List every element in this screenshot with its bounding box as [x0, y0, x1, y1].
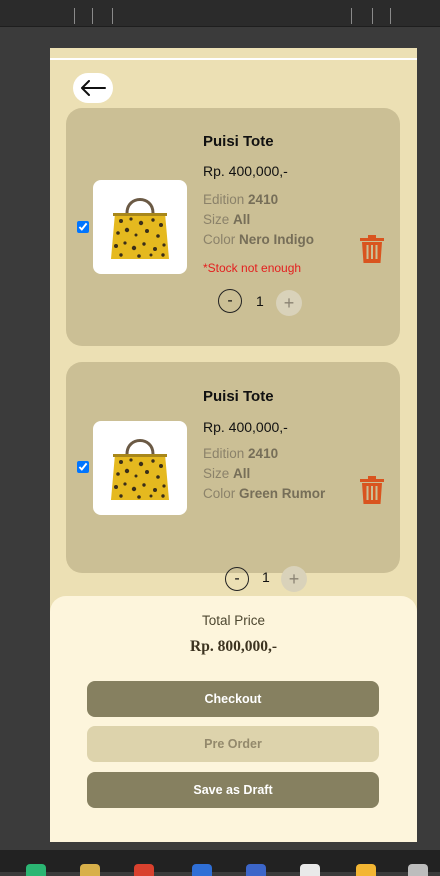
product-image — [93, 180, 187, 274]
edition-row: Edition 2410 — [203, 190, 314, 210]
color-value: Green Rumor — [239, 486, 326, 501]
product-meta: Edition 2410 Size All Color Nero Indigo — [203, 190, 314, 250]
toolbar-divider — [74, 8, 75, 24]
notepad-icon[interactable] — [300, 864, 320, 876]
product-price: Rp. 400,000,- — [203, 163, 288, 179]
browser-icon[interactable] — [134, 864, 154, 876]
toolbar-divider — [92, 8, 93, 24]
increase-quantity-button[interactable]: + — [281, 566, 307, 592]
toolbar-divider — [372, 8, 373, 24]
size-value: All — [233, 466, 251, 481]
color-row: Color Nero Indigo — [203, 230, 314, 250]
edition-value: 2410 — [248, 446, 279, 461]
quantity-value: 1 — [256, 293, 264, 309]
cart-item: Puisi Tote Rp. 400,000,- Edition 2410 Si… — [66, 362, 400, 592]
notes-app-icon[interactable] — [80, 864, 100, 876]
color-label: Color — [203, 486, 236, 501]
pre-order-button[interactable]: Pre Order — [87, 726, 379, 762]
total-price-label: Total Price — [201, 613, 266, 628]
color-row: Color Green Rumor — [203, 484, 325, 504]
vscode-icon[interactable] — [192, 864, 212, 876]
select-item-checkbox[interactable] — [77, 221, 89, 233]
size-row: Size All — [203, 464, 325, 484]
edition-label: Edition — [203, 192, 245, 207]
order-summary: Total Price Rp. 800,000,- Checkout Pre O… — [50, 596, 417, 842]
toolbar-divider — [112, 8, 113, 24]
cart-item: Puisi Tote Rp. 400,000,- Edition 2410 Si… — [66, 108, 400, 346]
total-price-value: Rp. 800,000,- — [190, 638, 277, 655]
size-label: Size — [203, 212, 230, 227]
app-icon[interactable] — [408, 864, 428, 876]
arrow-left-icon — [81, 80, 106, 96]
color-label: Color — [203, 232, 236, 247]
product-image — [93, 421, 187, 515]
window-top-bar — [0, 0, 440, 27]
select-item-checkbox[interactable] — [77, 461, 89, 473]
color-value: Nero Indigo — [239, 232, 315, 247]
decrease-quantity-button[interactable]: - — [218, 289, 242, 313]
app-screen: Puisi Tote Rp. 400,000,- Edition 2410 Si… — [50, 48, 417, 842]
size-label: Size — [203, 466, 230, 481]
checkout-button[interactable]: Checkout — [87, 681, 379, 717]
size-value: All — [233, 212, 251, 227]
stock-warning: *Stock not enough — [203, 261, 302, 275]
taskbar — [0, 850, 440, 876]
product-price: Rp. 400,000,- — [203, 419, 288, 435]
trash-icon[interactable] — [360, 235, 384, 263]
tote-bag-image — [111, 198, 169, 259]
decrease-quantity-button[interactable]: - — [225, 567, 249, 591]
edition-row: Edition 2410 — [203, 444, 325, 464]
tote-bag-image — [111, 439, 169, 500]
back-button[interactable] — [73, 73, 113, 103]
save-draft-button[interactable]: Save as Draft — [87, 772, 379, 808]
whatsapp-icon[interactable] — [26, 864, 46, 876]
product-name: Puisi Tote — [203, 133, 274, 150]
product-meta: Edition 2410 Size All Color Green Rumor — [203, 444, 325, 504]
edition-value: 2410 — [248, 192, 279, 207]
file-explorer-icon[interactable] — [356, 864, 376, 876]
top-divider — [50, 58, 417, 60]
quantity-value: 1 — [262, 569, 270, 585]
trash-icon[interactable] — [360, 476, 384, 504]
toolbar-divider — [351, 8, 352, 24]
toolbar-divider — [390, 8, 391, 24]
size-row: Size All — [203, 210, 314, 230]
increase-quantity-button[interactable]: + — [276, 290, 302, 316]
edition-label: Edition — [203, 446, 245, 461]
app-icon[interactable] — [246, 864, 266, 876]
product-name: Puisi Tote — [203, 388, 274, 405]
